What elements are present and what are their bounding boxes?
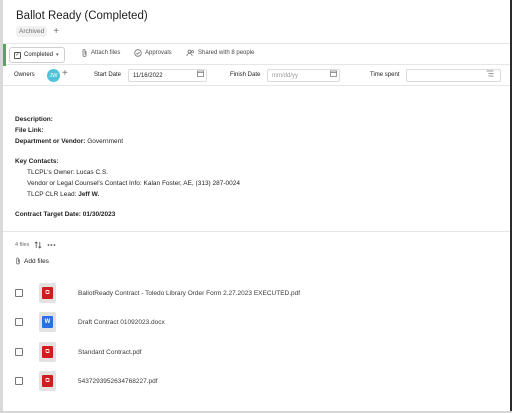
clr-lead-label: TLCP CLR Lead: — [27, 191, 77, 198]
owner-contact-value: Lucas C.S. — [76, 169, 109, 176]
file-checkbox[interactable] — [15, 377, 23, 385]
status-label: Completed — [24, 52, 54, 58]
clr-lead-line: TLCP CLR Lead: Jeff W. — [27, 191, 99, 198]
file-checkbox[interactable] — [15, 289, 23, 297]
file-row[interactable]: W Draft Contract 01092023.docx — [15, 311, 165, 333]
calendar-icon[interactable] — [197, 70, 204, 77]
approvals-button[interactable]: Approvals — [134, 49, 172, 57]
approval-check-icon — [134, 49, 142, 57]
pdf-file-icon: ⧉ — [39, 342, 56, 362]
paperclip-icon — [16, 257, 20, 265]
file-link-label: File Link: — [15, 127, 44, 134]
shared-label: Shared with 8 people — [198, 50, 255, 56]
file-row[interactable]: ⧉ 5437293952634768227.pdf — [15, 370, 158, 392]
owner-contact-line: TLCPL's Owner: Lucas C.S. — [27, 169, 108, 176]
add-files-button[interactable]: Add files — [15, 257, 49, 265]
pdf-file-icon: ⧉ — [39, 283, 56, 303]
owner-avatar[interactable]: JW — [47, 69, 60, 82]
file-name[interactable]: 5437293952634768227.pdf — [78, 378, 158, 385]
start-date-label: Start Date — [94, 72, 122, 78]
paperclip-icon — [82, 49, 87, 57]
check-icon: ✓ — [14, 51, 21, 59]
title-tags: Archived + — [16, 26, 59, 37]
file-name[interactable]: Draft Contract 01092023.docx — [78, 319, 165, 326]
clr-lead-value: Jeff W. — [78, 191, 100, 198]
task-toolbar: ✓ Completed ▾ Attach files Approvals Sha… — [3, 43, 510, 66]
finish-date-label: Finish Date — [230, 72, 261, 78]
add-files-label: Add files — [24, 257, 49, 265]
owner-contact-label: TLCPL's Owner: — [27, 169, 75, 176]
department-line: Department or Vendor: Government — [15, 138, 123, 145]
file-name[interactable]: Standard Contract.pdf — [78, 349, 142, 356]
target-date-line: Contract Target Date: 01/30/2023 — [15, 211, 115, 218]
target-date-value: 01/30/2023 — [82, 211, 116, 218]
attach-files-button[interactable]: Attach files — [81, 49, 120, 57]
file-count: 4 files — [15, 242, 30, 248]
file-row[interactable]: ⧉ Standard Contract.pdf — [15, 341, 142, 363]
key-contacts-label: Key Contacts: — [15, 158, 59, 165]
file-checkbox[interactable] — [15, 318, 23, 326]
add-owner-button[interactable]: + — [62, 69, 68, 79]
files-header: 4 files — [15, 241, 56, 249]
calendar-icon[interactable] — [330, 70, 337, 77]
target-date-label: Contract Target Date: — [15, 211, 81, 218]
word-file-icon: W — [39, 312, 56, 332]
file-row[interactable]: ⧉ BallotReady Contract - Toledo Library … — [15, 282, 300, 304]
shared-button[interactable]: Shared with 8 people — [186, 49, 254, 57]
attach-files-label: Attach files — [91, 50, 121, 56]
archived-badge: Archived — [16, 26, 48, 37]
start-date-input[interactable]: 11/16/2022 — [128, 69, 207, 82]
time-spent-label: Time spent — [370, 72, 400, 78]
owners-label: Owners — [14, 72, 35, 78]
department-value: Government — [87, 138, 124, 145]
department-label: Department or Vendor: — [15, 138, 86, 145]
chevron-down-icon: ▾ — [56, 52, 59, 58]
vendor-contact-label: Vendor or Legal Counsel's Contact Info: — [27, 180, 142, 187]
timelog-icon[interactable] — [486, 70, 494, 77]
file-name[interactable]: BallotReady Contract - Toledo Library Or… — [78, 290, 300, 297]
people-icon — [186, 49, 194, 57]
task-title[interactable]: Ballot Ready (Completed) — [16, 10, 148, 22]
description-label: Description: — [15, 116, 53, 123]
sort-icon[interactable] — [34, 241, 42, 249]
vendor-contact-value: Kalan Foster, AE, (313) 287-0024 — [143, 180, 240, 187]
vendor-contact-line: Vendor or Legal Counsel's Contact Info: … — [27, 180, 240, 187]
approvals-label: Approvals — [145, 50, 172, 56]
task-fields-row: Owners JW + Start Date 11/16/2022 Finish… — [3, 66, 510, 86]
section-divider — [3, 231, 510, 232]
add-tag-button[interactable]: + — [53, 26, 59, 37]
more-options-icon[interactable] — [47, 243, 56, 247]
status-completed-button[interactable]: ✓ Completed ▾ — [3, 44, 65, 66]
pdf-file-icon: ⧉ — [39, 371, 56, 391]
file-checkbox[interactable] — [15, 348, 23, 356]
